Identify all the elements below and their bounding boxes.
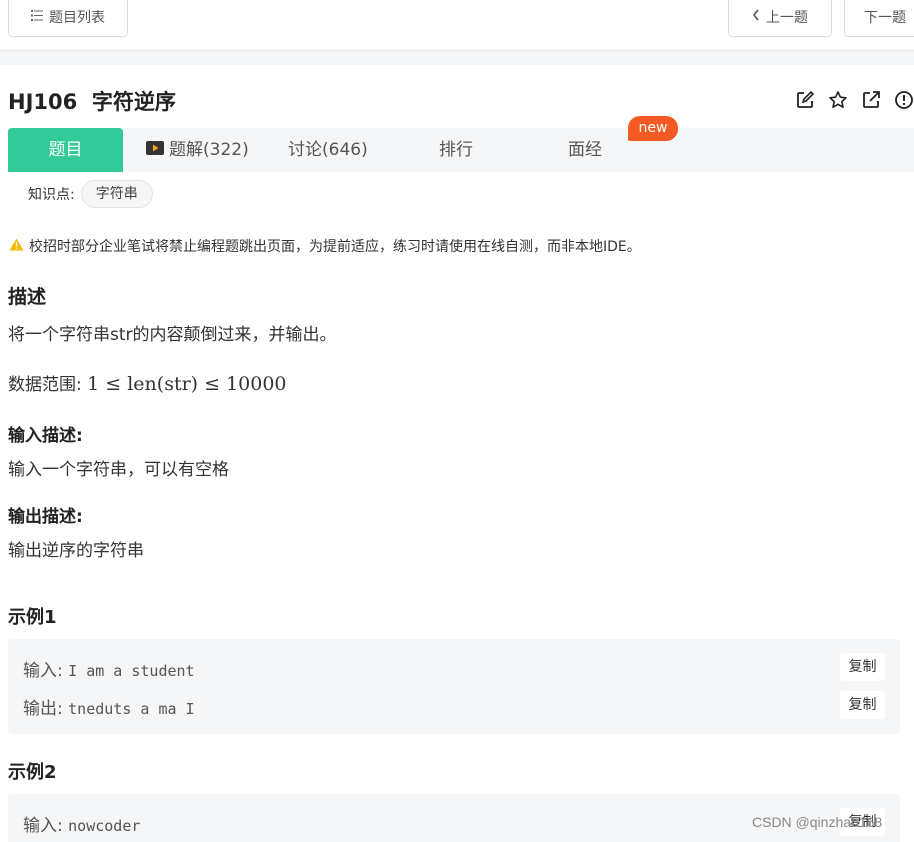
output-desc-heading: 输出描述: bbox=[8, 507, 83, 527]
tab-ranking[interactable]: 排行 bbox=[439, 128, 473, 172]
output-desc-text: 输出逆序的字符串 bbox=[8, 541, 144, 561]
top-bar: 题目列表 上一题 下一题 bbox=[0, 0, 914, 51]
example-input: 输入: nowcoder bbox=[23, 811, 140, 836]
example-output: 输出: tneduts a ma I bbox=[23, 694, 195, 719]
data-range-formula: 1 ≤ len(str) ≤ 10000 bbox=[87, 373, 287, 395]
example-heading: 示例1 bbox=[8, 607, 57, 628]
example-input: 输入: I am a student bbox=[23, 656, 195, 681]
next-problem-button[interactable]: 下一题 bbox=[844, 0, 914, 37]
problem-list-label: 题目列表 bbox=[49, 9, 105, 26]
edit-icon[interactable] bbox=[795, 90, 815, 110]
tab-label: 题解(322) bbox=[169, 140, 249, 160]
report-icon[interactable] bbox=[894, 90, 914, 110]
example-input-label: 输入: bbox=[23, 661, 63, 681]
copy-button[interactable]: 复制 bbox=[840, 653, 885, 681]
warning-text: 校招时部分企业笔试将禁止编程题跳出页面，为提前适应，练习时请使用在线自测，而非本… bbox=[29, 239, 641, 255]
example-box: 输入: I am a student 复制 输出: tneduts a ma I… bbox=[8, 639, 900, 734]
tab-label: 排行 bbox=[439, 140, 473, 160]
problem-tabs: 题目 题解(322) 讨论(646) 排行 面经 bbox=[8, 128, 914, 172]
list-icon bbox=[31, 9, 43, 25]
input-desc-text: 输入一个字符串，可以有空格 bbox=[8, 460, 229, 480]
example-input-value: I am a student bbox=[68, 662, 195, 680]
external-link-icon[interactable] bbox=[861, 90, 881, 110]
prev-problem-label: 上一题 bbox=[766, 9, 808, 26]
chevron-left-icon bbox=[752, 9, 760, 25]
next-problem-label: 下一题 bbox=[864, 9, 906, 26]
example-input-value: nowcoder bbox=[68, 817, 141, 835]
example-output-value: tneduts a ma I bbox=[68, 700, 195, 718]
knowledge-tag[interactable]: 字符串 bbox=[80, 180, 153, 208]
knowledge-label: 知识点: bbox=[28, 187, 75, 203]
tab-problem[interactable]: 题目 bbox=[8, 128, 123, 172]
page-title: HJ106 字符逆序 bbox=[8, 90, 176, 114]
example-input-label: 输入: bbox=[23, 816, 63, 836]
tab-interview[interactable]: 面经 bbox=[568, 128, 602, 172]
knowledge-point: 知识点: 字符串 bbox=[28, 180, 153, 208]
tab-label: 题目 bbox=[48, 140, 83, 160]
exam-warning: 校招时部分企业笔试将禁止编程题跳出页面，为提前适应，练习时请使用在线自测，而非本… bbox=[9, 236, 641, 256]
input-desc-heading: 输入描述: bbox=[8, 426, 83, 446]
description-text: 将一个字符串str的内容颠倒过来，并输出。 bbox=[8, 325, 337, 345]
tab-label: 讨论(646) bbox=[288, 140, 368, 160]
tab-label: 面经 bbox=[568, 140, 602, 160]
tab-discussion[interactable]: 讨论(646) bbox=[288, 128, 368, 172]
video-icon bbox=[146, 128, 164, 172]
example-output-label: 输出: bbox=[23, 699, 63, 719]
problem-list-button[interactable]: 题目列表 bbox=[8, 0, 128, 37]
data-range-label: 数据范围: bbox=[8, 375, 82, 395]
problem-header: HJ106 字符逆序 bbox=[8, 86, 914, 116]
description-heading: 描述 bbox=[8, 286, 47, 308]
example-heading: 示例2 bbox=[8, 762, 57, 783]
watermark: CSDN @qinzhao168 bbox=[752, 814, 883, 830]
prev-problem-button[interactable]: 上一题 bbox=[728, 0, 832, 37]
new-badge: new bbox=[628, 116, 678, 141]
star-icon[interactable] bbox=[828, 90, 848, 110]
title-actions bbox=[795, 90, 914, 110]
copy-button[interactable]: 复制 bbox=[840, 691, 885, 719]
tab-solutions[interactable]: 题解(322) bbox=[146, 128, 249, 172]
warning-icon bbox=[9, 238, 24, 255]
header-separator bbox=[0, 51, 914, 65]
data-range: 数据范围: 1 ≤ len(str) ≤ 10000 bbox=[8, 370, 287, 395]
